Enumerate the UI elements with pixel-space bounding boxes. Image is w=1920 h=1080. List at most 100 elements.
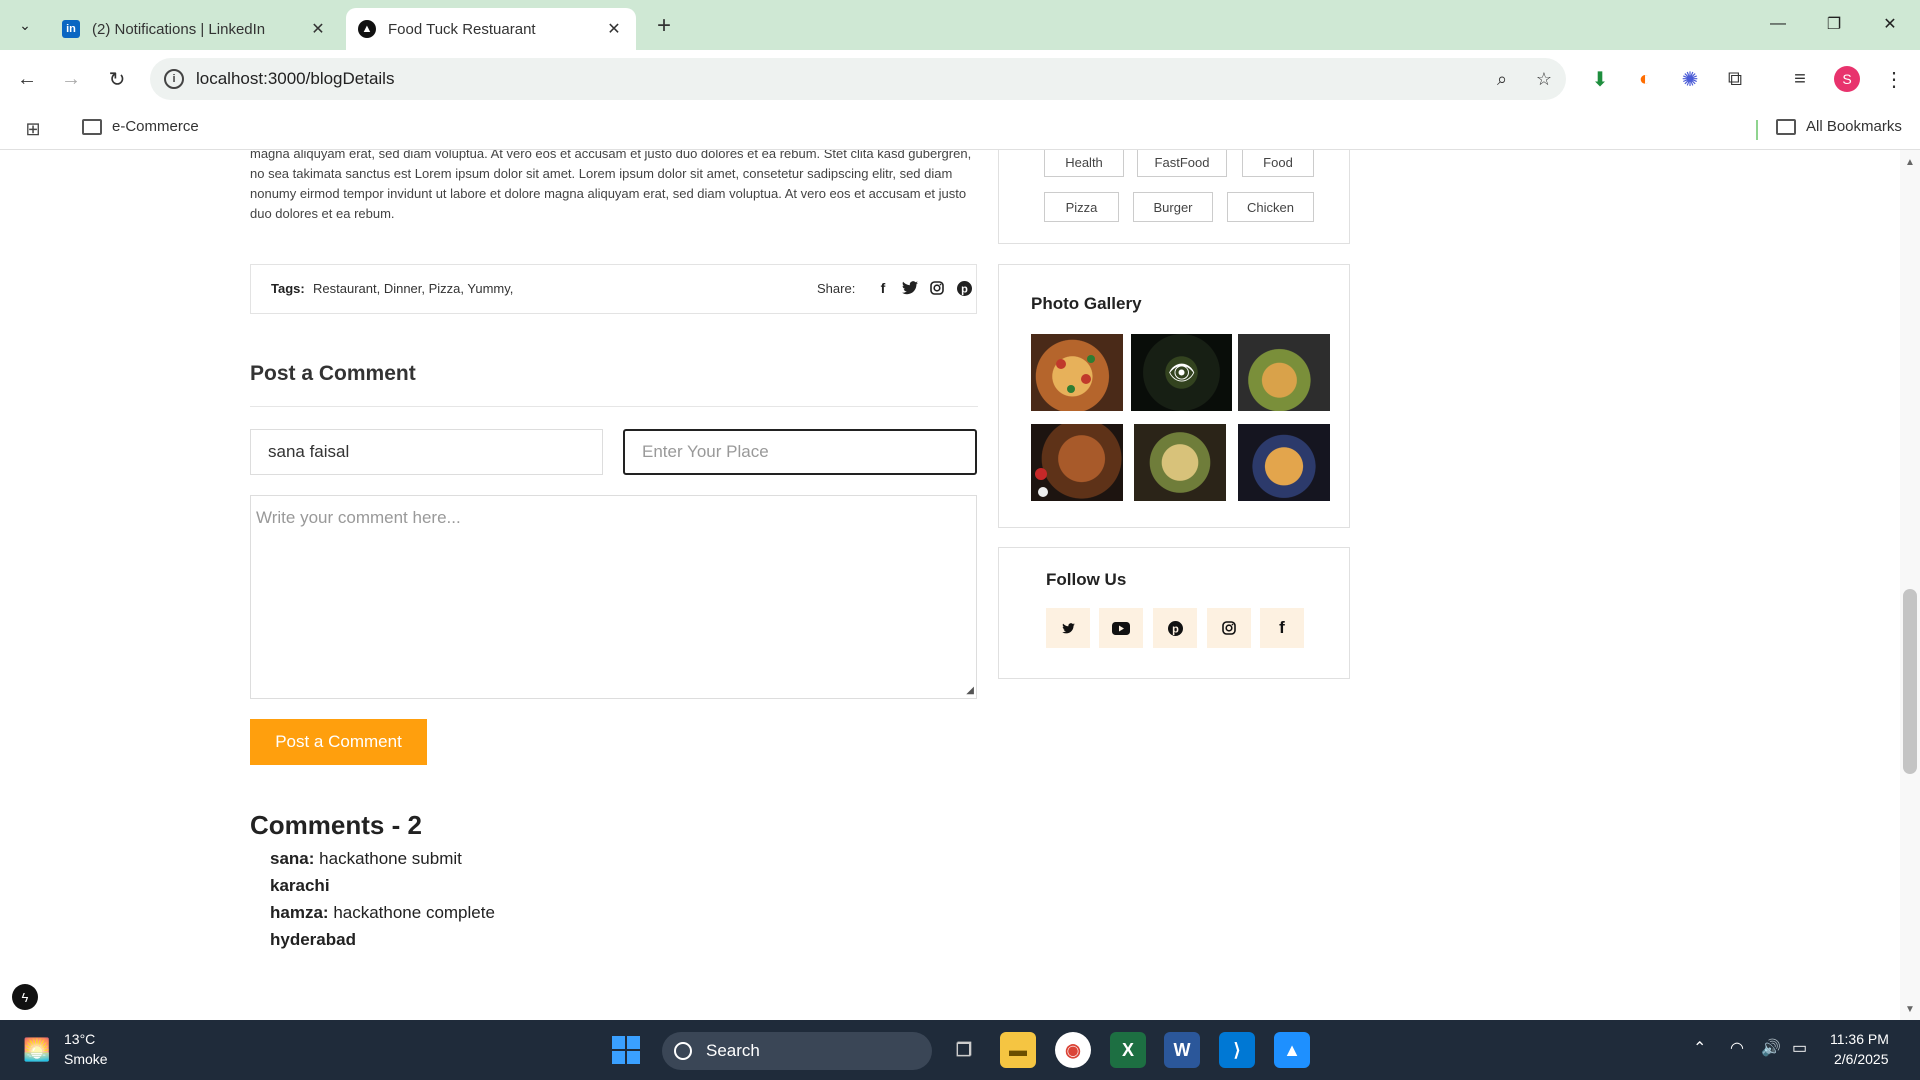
twitter-icon[interactable]: [1046, 608, 1090, 648]
gallery-thumb-pizza[interactable]: [1031, 334, 1123, 411]
bookmark-divider: [1756, 120, 1758, 140]
taskbar-search[interactable]: Search: [662, 1032, 932, 1070]
site-info-icon[interactable]: i: [164, 69, 184, 89]
tag-chip[interactable]: Pizza: [1044, 192, 1119, 222]
tag-chip[interactable]: FastFood: [1137, 150, 1227, 177]
bookmark-folder-ecommerce[interactable]: e-Commerce: [82, 118, 199, 135]
volume-icon[interactable]: 🔊: [1761, 1038, 1781, 1058]
reload-button[interactable]: ↻: [102, 64, 132, 94]
battery-icon[interactable]: ▭: [1792, 1038, 1807, 1058]
tag-chip[interactable]: Health: [1044, 150, 1124, 177]
browser-tab-strip: ⌄ in (2) Notifications | LinkedIn ✕ ▲ Fo…: [0, 0, 1920, 50]
minimize-button[interactable]: —: [1758, 8, 1798, 40]
tag-chip[interactable]: Food: [1242, 150, 1314, 177]
clock-date[interactable]: 2/6/2025: [1834, 1051, 1889, 1067]
word-icon[interactable]: W: [1164, 1032, 1200, 1068]
comments-heading: Comments - 2: [250, 810, 422, 840]
resize-grip-icon[interactable]: ◢: [966, 685, 974, 696]
gallery-thumb-salad[interactable]: 👁: [1131, 334, 1232, 411]
place-input[interactable]: Enter Your Place: [623, 429, 977, 475]
gallery-thumb-pancakes[interactable]: [1238, 424, 1330, 501]
gallery-thumb-grill[interactable]: [1031, 424, 1123, 501]
all-bookmarks-button[interactable]: All Bookmarks: [1776, 118, 1902, 135]
windows-start-icon[interactable]: [608, 1032, 644, 1068]
close-icon[interactable]: ✕: [306, 17, 330, 41]
weather-condition[interactable]: Smoke: [64, 1051, 108, 1067]
svg-text:p: p: [1172, 623, 1179, 635]
excel-icon[interactable]: X: [1110, 1032, 1146, 1068]
eye-icon: 👁: [1131, 334, 1232, 411]
instagram-icon[interactable]: [927, 278, 947, 298]
comment-text: hackathone complete: [333, 903, 495, 922]
search-label: Search: [706, 1041, 760, 1060]
bookmark-label: e-Commerce: [112, 118, 199, 135]
wifi-icon[interactable]: ◠: [1730, 1038, 1744, 1058]
clock-time[interactable]: 11:36 PM: [1830, 1031, 1889, 1047]
comment-item: hamza: hackathone complete: [270, 903, 495, 923]
youtube-icon[interactable]: [1099, 608, 1143, 648]
extensions-puzzle-icon[interactable]: ⧉: [1721, 65, 1749, 93]
file-explorer-icon[interactable]: ▬: [1000, 1032, 1036, 1068]
instagram-icon[interactable]: [1207, 608, 1251, 648]
name-input[interactable]: sana faisal: [250, 429, 603, 475]
forward-button[interactable]: →: [56, 64, 86, 94]
gallery-thumb-tacos[interactable]: [1134, 424, 1226, 501]
menu-kebab-icon[interactable]: ⋮: [1880, 65, 1908, 93]
tab-title: Food Tuck Restuarant: [388, 20, 536, 38]
search-icon: [674, 1042, 692, 1060]
chrome-icon[interactable]: ◉: [1055, 1032, 1091, 1068]
extension-icon[interactable]: ◐: [1631, 65, 1659, 93]
gallery-thumb-dish[interactable]: [1238, 334, 1330, 411]
photos-icon[interactable]: ▲: [1274, 1032, 1310, 1068]
follow-us-widget: Follow Us p f: [998, 547, 1350, 679]
weather-temperature[interactable]: 13°C: [64, 1031, 95, 1047]
pinterest-icon[interactable]: p: [1153, 608, 1197, 648]
tag-chip[interactable]: Burger: [1133, 192, 1213, 222]
windows-taskbar: 🌅 13°C Smoke Search ❐ ▬ ◉ X W ⟩ ▲ ⌃ ◠ 🔊 …: [0, 1020, 1920, 1080]
dev-tools-badge-icon[interactable]: ϟ: [12, 984, 38, 1010]
scrollbar-thumb[interactable]: [1903, 589, 1917, 774]
url-text[interactable]: localhost:3000/blogDetails: [196, 69, 394, 89]
follow-us-title: Follow Us: [1046, 570, 1127, 589]
facebook-icon[interactable]: f: [1260, 608, 1304, 648]
window-close-button[interactable]: ✕: [1870, 8, 1910, 40]
photo-gallery-title: Photo Gallery: [1031, 294, 1142, 313]
page-viewport: magna aliquyam erat, sed diam voluptua. …: [0, 150, 1920, 1020]
comment-textarea[interactable]: Write your comment here... ◢: [250, 495, 977, 699]
apps-grid-icon[interactable]: ⊞: [22, 118, 44, 140]
facebook-icon[interactable]: f: [873, 278, 893, 298]
folder-icon: [1776, 118, 1796, 135]
tags-share-bar: Tags: Restaurant, Dinner, Pizza, Yummy, …: [250, 264, 977, 314]
bookmark-star-icon[interactable]: ☆: [1532, 67, 1556, 91]
folder-icon: [82, 118, 102, 135]
tags-label: Tags:: [271, 281, 305, 296]
nextjs-icon: ▲: [358, 20, 376, 38]
vscode-icon[interactable]: ⟩: [1219, 1032, 1255, 1068]
scroll-up-arrow-icon[interactable]: ▲: [1904, 156, 1916, 168]
restore-button[interactable]: ❐: [1814, 8, 1854, 40]
scroll-down-arrow-icon[interactable]: ▼: [1904, 1003, 1916, 1015]
tab-search-button[interactable]: ⌄: [10, 10, 40, 40]
tab-linkedin[interactable]: in (2) Notifications | LinkedIn ✕: [50, 8, 340, 50]
weather-icon[interactable]: 🌅: [22, 1035, 52, 1065]
address-bar[interactable]: i localhost:3000/blogDetails ⌕ ☆: [150, 58, 1566, 100]
zoom-icon[interactable]: ⌕: [1490, 67, 1514, 91]
comment-place-text: hyderabad: [270, 930, 356, 949]
back-button[interactable]: ←: [12, 64, 42, 94]
download-extension-icon[interactable]: ⬇: [1586, 65, 1614, 93]
scrollbar-track[interactable]: [1900, 150, 1920, 1020]
new-tab-button[interactable]: +: [650, 12, 678, 40]
profile-avatar[interactable]: S: [1834, 66, 1860, 92]
post-comment-heading: Post a Comment: [250, 362, 416, 385]
pinterest-icon[interactable]: p: [954, 278, 974, 298]
tab-food-tuck[interactable]: ▲ Food Tuck Restuarant ✕: [346, 8, 636, 50]
post-comment-button[interactable]: Post a Comment: [250, 719, 427, 765]
media-control-icon[interactable]: ≡: [1786, 65, 1814, 93]
sidebar-tags-widget: Health FastFood Food Pizza Burger Chicke…: [998, 150, 1350, 244]
close-icon[interactable]: ✕: [602, 17, 626, 41]
extension-icon[interactable]: ✺: [1676, 65, 1704, 93]
tag-chip[interactable]: Chicken: [1227, 192, 1314, 222]
tray-overflow-icon[interactable]: ⌃: [1693, 1038, 1706, 1058]
twitter-icon[interactable]: [900, 278, 920, 298]
task-view-icon[interactable]: ❐: [946, 1032, 982, 1068]
